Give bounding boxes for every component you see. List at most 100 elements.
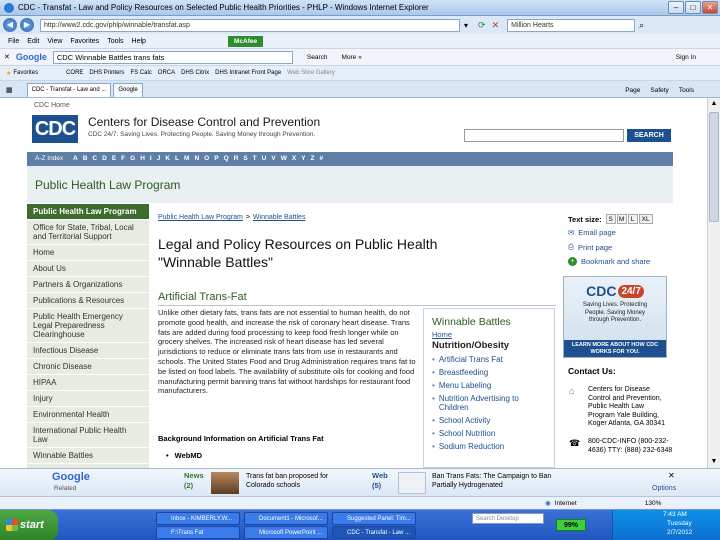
task-powerpoint[interactable]: Microsoft PowerPoint ... (244, 526, 328, 539)
az-letter-link[interactable]: W (281, 155, 287, 162)
winnable-item-school-nutrition[interactable]: • School Nutrition (424, 427, 554, 440)
fav-link-dhs-citrix[interactable]: DHS Citrix (181, 70, 209, 76)
search-icon[interactable]: ⌕ (639, 20, 644, 31)
az-letter-link[interactable]: Z (311, 155, 315, 162)
fav-link-dhs-intranet[interactable]: DHS Intranet Front Page (215, 70, 281, 76)
az-letter-link[interactable]: J (157, 155, 161, 162)
winnable-home-link[interactable]: Home (424, 330, 554, 339)
news-count[interactable]: (2) (184, 481, 193, 490)
nav-item-ostlts[interactable]: Office for State, Tribal, Local and Terr… (27, 220, 149, 245)
az-letter-link[interactable]: L (175, 155, 179, 162)
scroll-down-arrow[interactable]: ▼ (708, 456, 720, 468)
scroll-up-arrow[interactable]: ▲ (708, 98, 720, 110)
task-suggested-panel[interactable]: Suggested Panel: Tim... (332, 512, 416, 525)
cdc-247-banner[interactable]: CDC 24/7 Saving Lives. Protecting People… (563, 276, 667, 358)
web-headline[interactable]: Ban Trans Fats: The Campaign to Ban Part… (432, 472, 552, 490)
task-transfat-folder[interactable]: F:\Trans Fat (156, 526, 240, 539)
nav-item-environmental[interactable]: Environmental Health (27, 407, 149, 423)
site-search-input[interactable] (464, 129, 624, 142)
nav-item-infectious[interactable]: Infectious Disease (27, 343, 149, 359)
task-document1[interactable]: Document1 - Microsof... (244, 512, 328, 525)
web-count[interactable]: (5) (372, 481, 381, 490)
google-search-button[interactable]: Search (307, 54, 328, 61)
more-button[interactable]: More » (341, 54, 361, 61)
quick-tabs-icon[interactable]: ▦ (6, 86, 13, 94)
address-input[interactable]: http://www2.cdc.gov/phlp/winnable/transf… (40, 18, 460, 32)
desktop-search-input[interactable]: Search Desktop (472, 513, 544, 524)
related-options[interactable]: Options (652, 485, 676, 492)
sign-in-link[interactable]: Sign In (676, 54, 696, 61)
clock-time[interactable]: 7:43 AM (663, 511, 687, 518)
az-letter-link[interactable]: D (102, 155, 107, 162)
az-letter-link[interactable]: # (320, 155, 324, 162)
news-headline[interactable]: Trans fat ban proposed for Colorado scho… (246, 472, 356, 490)
mcafee-badge[interactable]: McAfee (228, 36, 264, 47)
az-letter-link[interactable]: Q (224, 155, 229, 162)
back-button[interactable]: ◀ (3, 18, 17, 32)
nav-item-partners[interactable]: Partners & Organizations (27, 277, 149, 293)
task-inbox[interactable]: Inbox - KIMBERLY.W... (156, 512, 240, 525)
menu-file[interactable]: File (8, 38, 19, 45)
stop-icon[interactable]: ✕ (492, 20, 500, 31)
az-letter-link[interactable]: P (214, 155, 218, 162)
az-letter-link[interactable]: F (121, 155, 125, 162)
text-size-xl[interactable]: XL (638, 214, 653, 224)
az-letter-link[interactable]: U (262, 155, 267, 162)
text-size-s[interactable]: S (605, 214, 616, 224)
safety-menu[interactable]: Safety (650, 87, 668, 94)
az-letter-link[interactable]: G (130, 155, 135, 162)
scroll-thumb[interactable] (709, 112, 719, 222)
az-letter-link[interactable]: N (194, 155, 199, 162)
vertical-scrollbar[interactable]: ▲ ▼ (707, 98, 720, 468)
winnable-item-nutrition-ads[interactable]: • Nutrition Advertising to Children (424, 392, 554, 414)
bullet-webmd[interactable]: • WebMD (166, 451, 202, 460)
zoom-level[interactable]: 130% (645, 500, 662, 507)
menu-view[interactable]: View (47, 38, 62, 45)
email-page-link[interactable]: ✉ Email page (568, 228, 616, 237)
nav-item-injury[interactable]: Injury (27, 391, 149, 407)
az-letter-link[interactable]: I (150, 155, 152, 162)
nav-item-international[interactable]: International Public Health Law (27, 423, 149, 448)
google-search-input[interactable]: CDC Winnable Battles trans fats (52, 50, 293, 64)
winnable-item-school-activity[interactable]: • School Activity (424, 414, 554, 427)
forward-button[interactable]: ▶ (20, 18, 34, 32)
tools-menu[interactable]: Tools (679, 87, 694, 94)
az-letter-link[interactable]: S (243, 155, 247, 162)
breadcrumb-winnable[interactable]: Winnable Battles (253, 214, 306, 221)
task-cdc-browser[interactable]: CDC - Transfat - Law ... (332, 526, 416, 539)
page-menu[interactable]: Page (625, 87, 640, 94)
print-page-link[interactable]: ⎙ Print page (568, 242, 612, 252)
refresh-icon[interactable]: ⟳ (478, 20, 486, 31)
maximize-button[interactable]: □ (685, 1, 701, 14)
webmd-link[interactable]: WebMD (175, 451, 202, 460)
menu-help[interactable]: Help (132, 38, 146, 45)
cdc-home-link[interactable]: CDC Home (34, 102, 70, 109)
az-letter-link[interactable]: O (204, 155, 209, 162)
nav-item-publications[interactable]: Publications & Resources (27, 293, 149, 309)
nav-item-phlp[interactable]: Public Health Law Program (27, 204, 149, 220)
winnable-item-breastfeeding[interactable]: • Breastfeeding (424, 366, 554, 379)
nav-item-winnable[interactable]: Winnable Battles (27, 448, 149, 464)
tab-google[interactable]: Google (113, 83, 143, 97)
search-provider-input[interactable]: Million Hearts (507, 18, 636, 32)
fav-link-web-slice[interactable]: Web Slice Gallery (287, 70, 335, 76)
az-letter-link[interactable]: Y (301, 155, 305, 162)
web-label[interactable]: Web (372, 471, 388, 480)
az-letter-link[interactable]: M (184, 155, 189, 162)
minimize-button[interactable]: – (668, 1, 684, 14)
winnable-item-menu-labeling[interactable]: • Menu Labeling (424, 379, 554, 392)
site-search-button[interactable]: SEARCH (627, 129, 671, 142)
toolbar-close-icon[interactable]: ✕ (4, 53, 10, 61)
favorites-button[interactable]: Favorites (13, 70, 38, 76)
az-letter-link[interactable]: B (83, 155, 88, 162)
fav-link-fs-calc[interactable]: FS Calc (130, 70, 151, 76)
breadcrumb-phlp[interactable]: Public Health Law Program (158, 214, 243, 221)
az-letter-link[interactable]: K (165, 155, 170, 162)
nav-item-about[interactable]: About Us (27, 261, 149, 277)
compat-icon[interactable]: ▾ (464, 21, 468, 30)
az-letter-link[interactable]: E (112, 155, 116, 162)
fav-link-dhs-printers[interactable]: DHS Printers (89, 70, 124, 76)
cdc247-learn-more[interactable]: LEARN MORE ABOUT HOW CDC WORKS FOR YOU. (564, 340, 666, 357)
text-size-m[interactable]: M (616, 214, 627, 224)
cdc-logo[interactable]: CDC (32, 115, 78, 143)
